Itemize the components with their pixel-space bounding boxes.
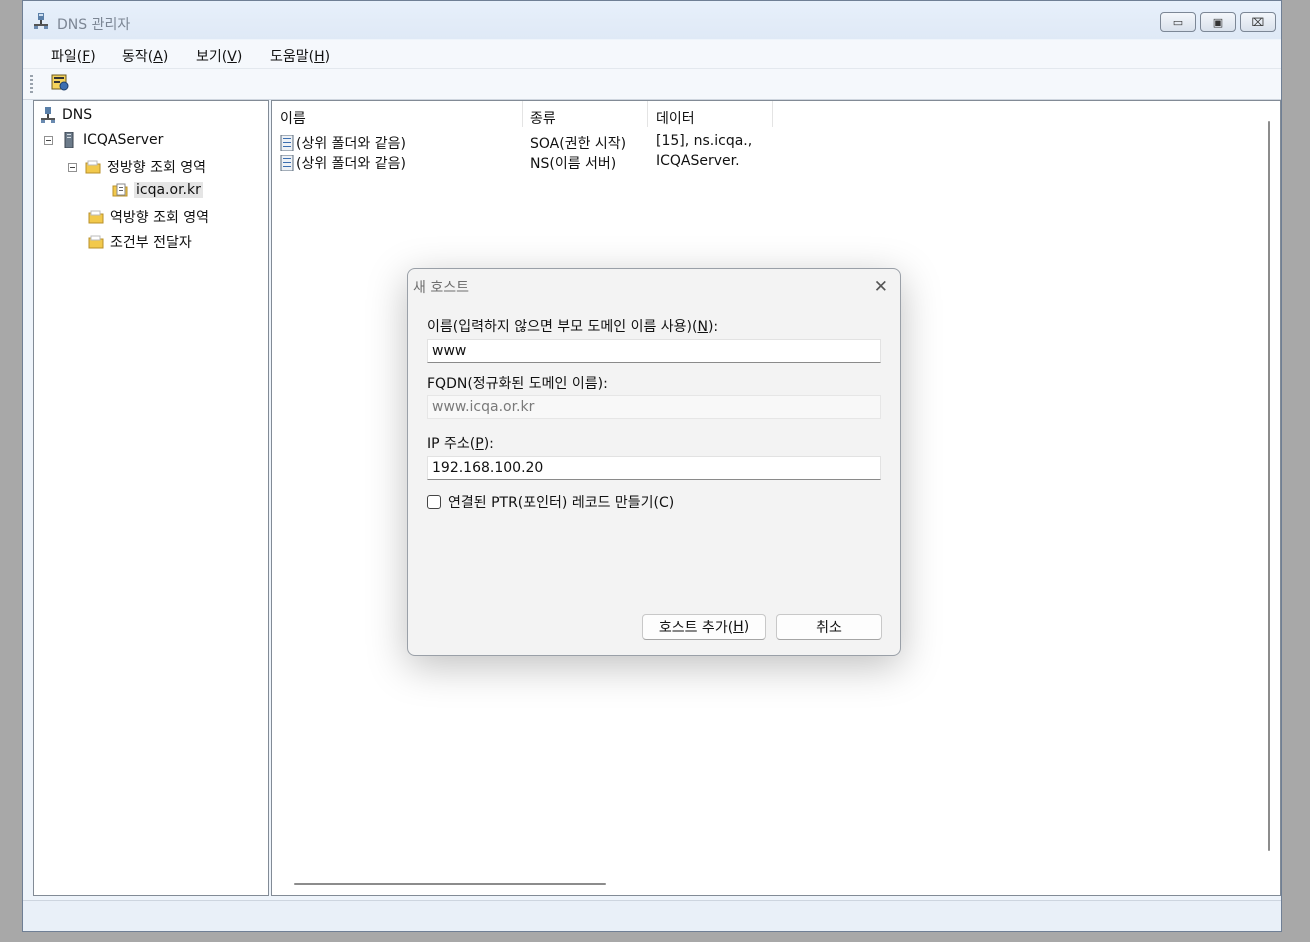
cell-type: SOA(권한 시작)	[530, 136, 627, 152]
dialog-title: 새 호스트	[413, 280, 469, 296]
horizontal-scrollbar[interactable]	[294, 883, 606, 885]
folder-icon	[88, 210, 104, 224]
cell-name: (상위 폴더와 같음)	[296, 156, 406, 172]
tree-item-reverse-zones[interactable]: 역방향 조회 영역	[88, 207, 209, 227]
close-icon[interactable]: ✕	[874, 277, 888, 297]
cell-data: [15], ns.icqa.,	[656, 133, 753, 149]
list-header: 이름 종류 데이터	[272, 101, 1280, 127]
tree-item-zone[interactable]: icqa.or.kr	[112, 182, 203, 198]
column-header-name[interactable]: 이름	[280, 108, 306, 128]
new-host-dialog: 새 호스트 ✕ 이름(입력하지 않으면 부모 도메인 이름 사용)(N): FQ…	[407, 268, 901, 656]
menu-view[interactable]: 보기(V)	[196, 46, 242, 66]
collapse-icon[interactable]	[68, 162, 77, 172]
cell-data: ICQAServer.	[656, 153, 740, 169]
properties-icon[interactable]	[51, 73, 69, 91]
add-host-button[interactable]: 호스트 추가(H)	[642, 614, 766, 640]
tree-item-dns[interactable]: DNS	[40, 107, 92, 123]
record-icon	[280, 155, 294, 171]
tree-label: 조건부 전달자	[110, 235, 192, 251]
record-icon	[280, 135, 294, 151]
zone-file-icon	[112, 183, 128, 197]
column-header-type[interactable]: 종류	[530, 108, 556, 128]
tree-label: 역방향 조회 영역	[110, 210, 210, 226]
toolbar-grip[interactable]	[30, 75, 33, 93]
server-icon	[64, 132, 74, 148]
tree-label: ICQAServer	[83, 132, 164, 148]
ip-label: IP 주소(P):	[427, 436, 494, 452]
cell-name: (상위 폴더와 같음)	[296, 136, 406, 152]
maximize-icon: ▣	[1212, 15, 1224, 29]
tree-item-server[interactable]: ICQAServer	[44, 132, 163, 148]
close-button[interactable]: ⌧	[1240, 12, 1276, 32]
minimize-button[interactable]: ▭	[1160, 12, 1196, 32]
console-tree: DNS ICQAServer 정방향 조회 영역 icqa.or.kr 역방향 …	[33, 100, 269, 896]
name-label: 이름(입력하지 않으면 부모 도메인 이름 사용)(N):	[427, 319, 719, 335]
maximize-button[interactable]: ▣	[1200, 12, 1236, 32]
title-bar[interactable]: DNS 관리자 ▭ ▣ ⌧	[23, 1, 1281, 39]
tree-label: DNS	[62, 107, 93, 123]
menu-file[interactable]: 파일(F)	[51, 46, 96, 66]
menu-help[interactable]: 도움말(H)	[270, 46, 330, 66]
close-icon: ⌧	[1251, 15, 1265, 29]
toolbar	[23, 69, 1281, 100]
dns-server-icon	[41, 107, 55, 123]
tree-label: icqa.or.kr	[134, 182, 203, 198]
fqdn-field	[427, 395, 881, 419]
column-divider[interactable]	[647, 101, 648, 127]
ip-address-input[interactable]	[427, 456, 881, 480]
menu-action[interactable]: 동작(A)	[122, 46, 168, 66]
window-title: DNS 관리자	[57, 17, 131, 33]
table-row[interactable]: (상위 폴더와 같음) SOA(권한 시작) [15], ns.icqa.,	[278, 133, 878, 153]
tree-item-forward-zones[interactable]: 정방향 조회 영역	[68, 157, 206, 177]
cancel-button[interactable]: 취소	[776, 614, 882, 640]
tree-item-conditional-forwarders[interactable]: 조건부 전달자	[88, 232, 192, 252]
folder-icon	[88, 235, 104, 249]
status-bar	[23, 900, 1281, 931]
column-divider[interactable]	[772, 101, 773, 127]
collapse-icon[interactable]	[44, 135, 53, 145]
column-divider[interactable]	[522, 101, 523, 127]
vertical-scrollbar[interactable]	[1268, 121, 1270, 851]
tree-label: 정방향 조회 영역	[107, 160, 207, 176]
folder-icon	[85, 160, 101, 174]
ptr-checkbox[interactable]	[427, 495, 441, 509]
column-header-data[interactable]: 데이터	[656, 108, 695, 128]
menu-bar: 파일(F) 동작(A) 보기(V) 도움말(H)	[23, 40, 1281, 69]
ptr-checkbox-label: 연결된 PTR(포인터) 레코드 만들기(C)	[448, 495, 675, 511]
fqdn-label: FQDN(정규화된 도메인 이름):	[427, 376, 608, 392]
ptr-checkbox-row[interactable]: 연결된 PTR(포인터) 레코드 만들기(C)	[427, 492, 674, 512]
minimize-icon: ▭	[1172, 15, 1184, 29]
host-name-input[interactable]	[427, 339, 881, 363]
cell-type: NS(이름 서버)	[530, 156, 617, 172]
table-row[interactable]: (상위 폴더와 같음) NS(이름 서버) ICQAServer.	[278, 153, 878, 173]
dns-server-icon	[34, 13, 48, 29]
